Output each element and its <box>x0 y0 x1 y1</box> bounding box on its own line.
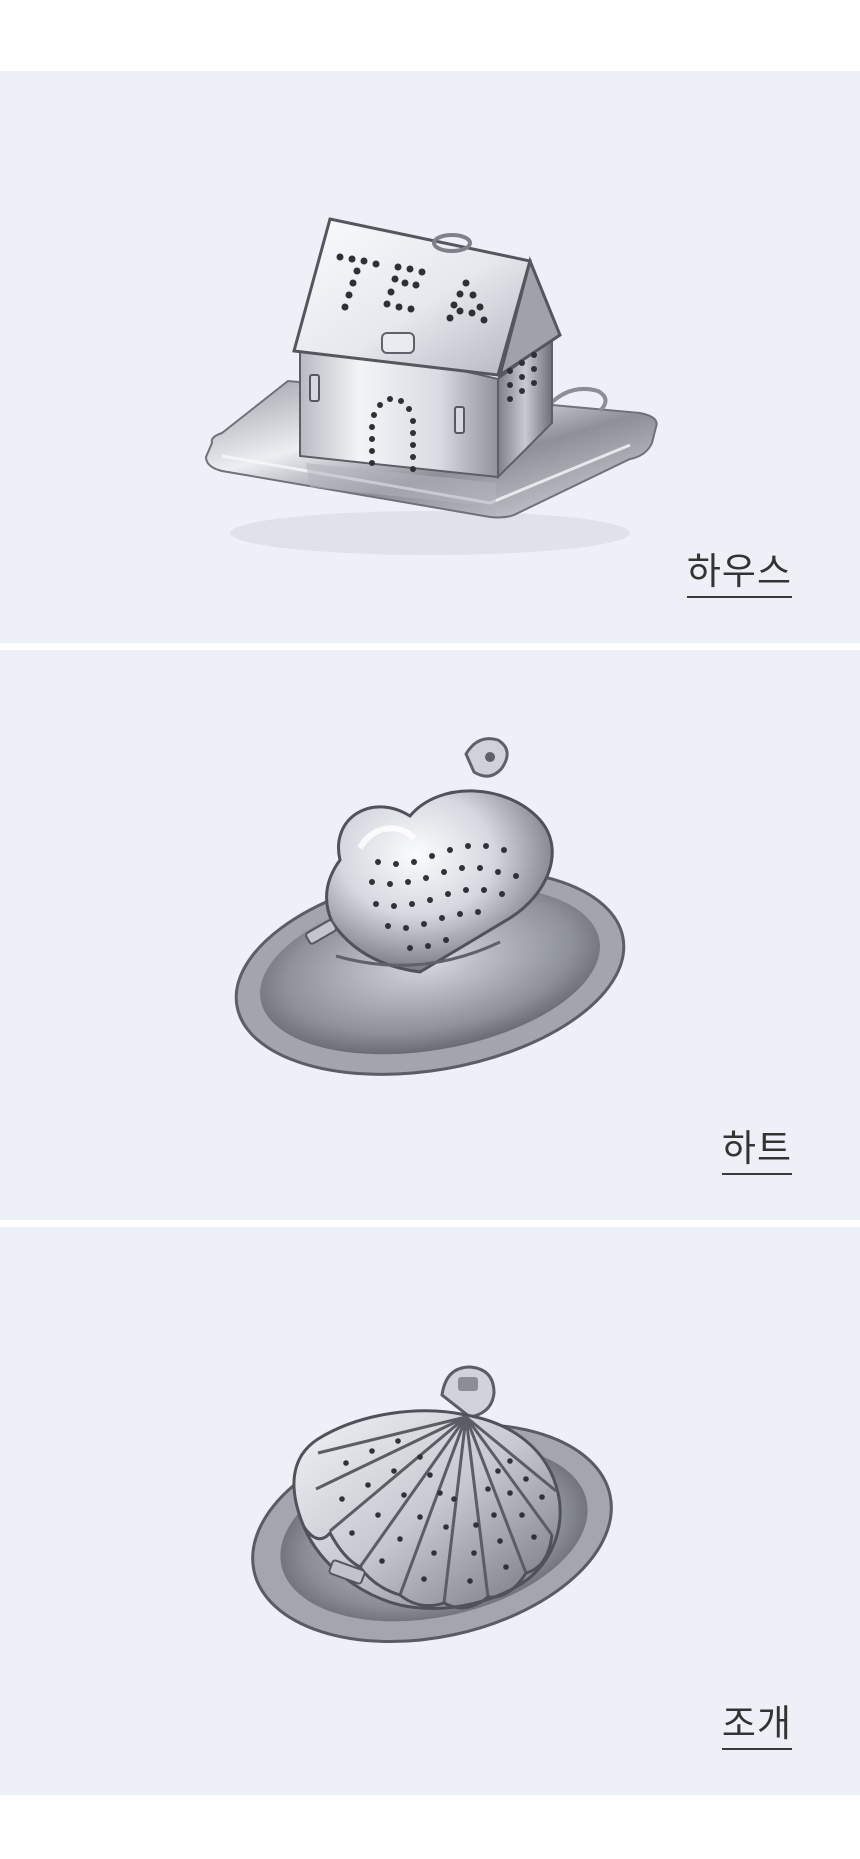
product-caption-shell: 조개 <box>721 1705 792 1751</box>
product-panel-house: 하우스 <box>0 71 860 643</box>
product-panel-heart: 하트 <box>0 650 860 1220</box>
product-caption-heart: 하트 <box>721 1130 792 1176</box>
product-caption-house: 하우스 <box>686 553 792 599</box>
product-panel-shell: 조개 <box>0 1227 860 1795</box>
